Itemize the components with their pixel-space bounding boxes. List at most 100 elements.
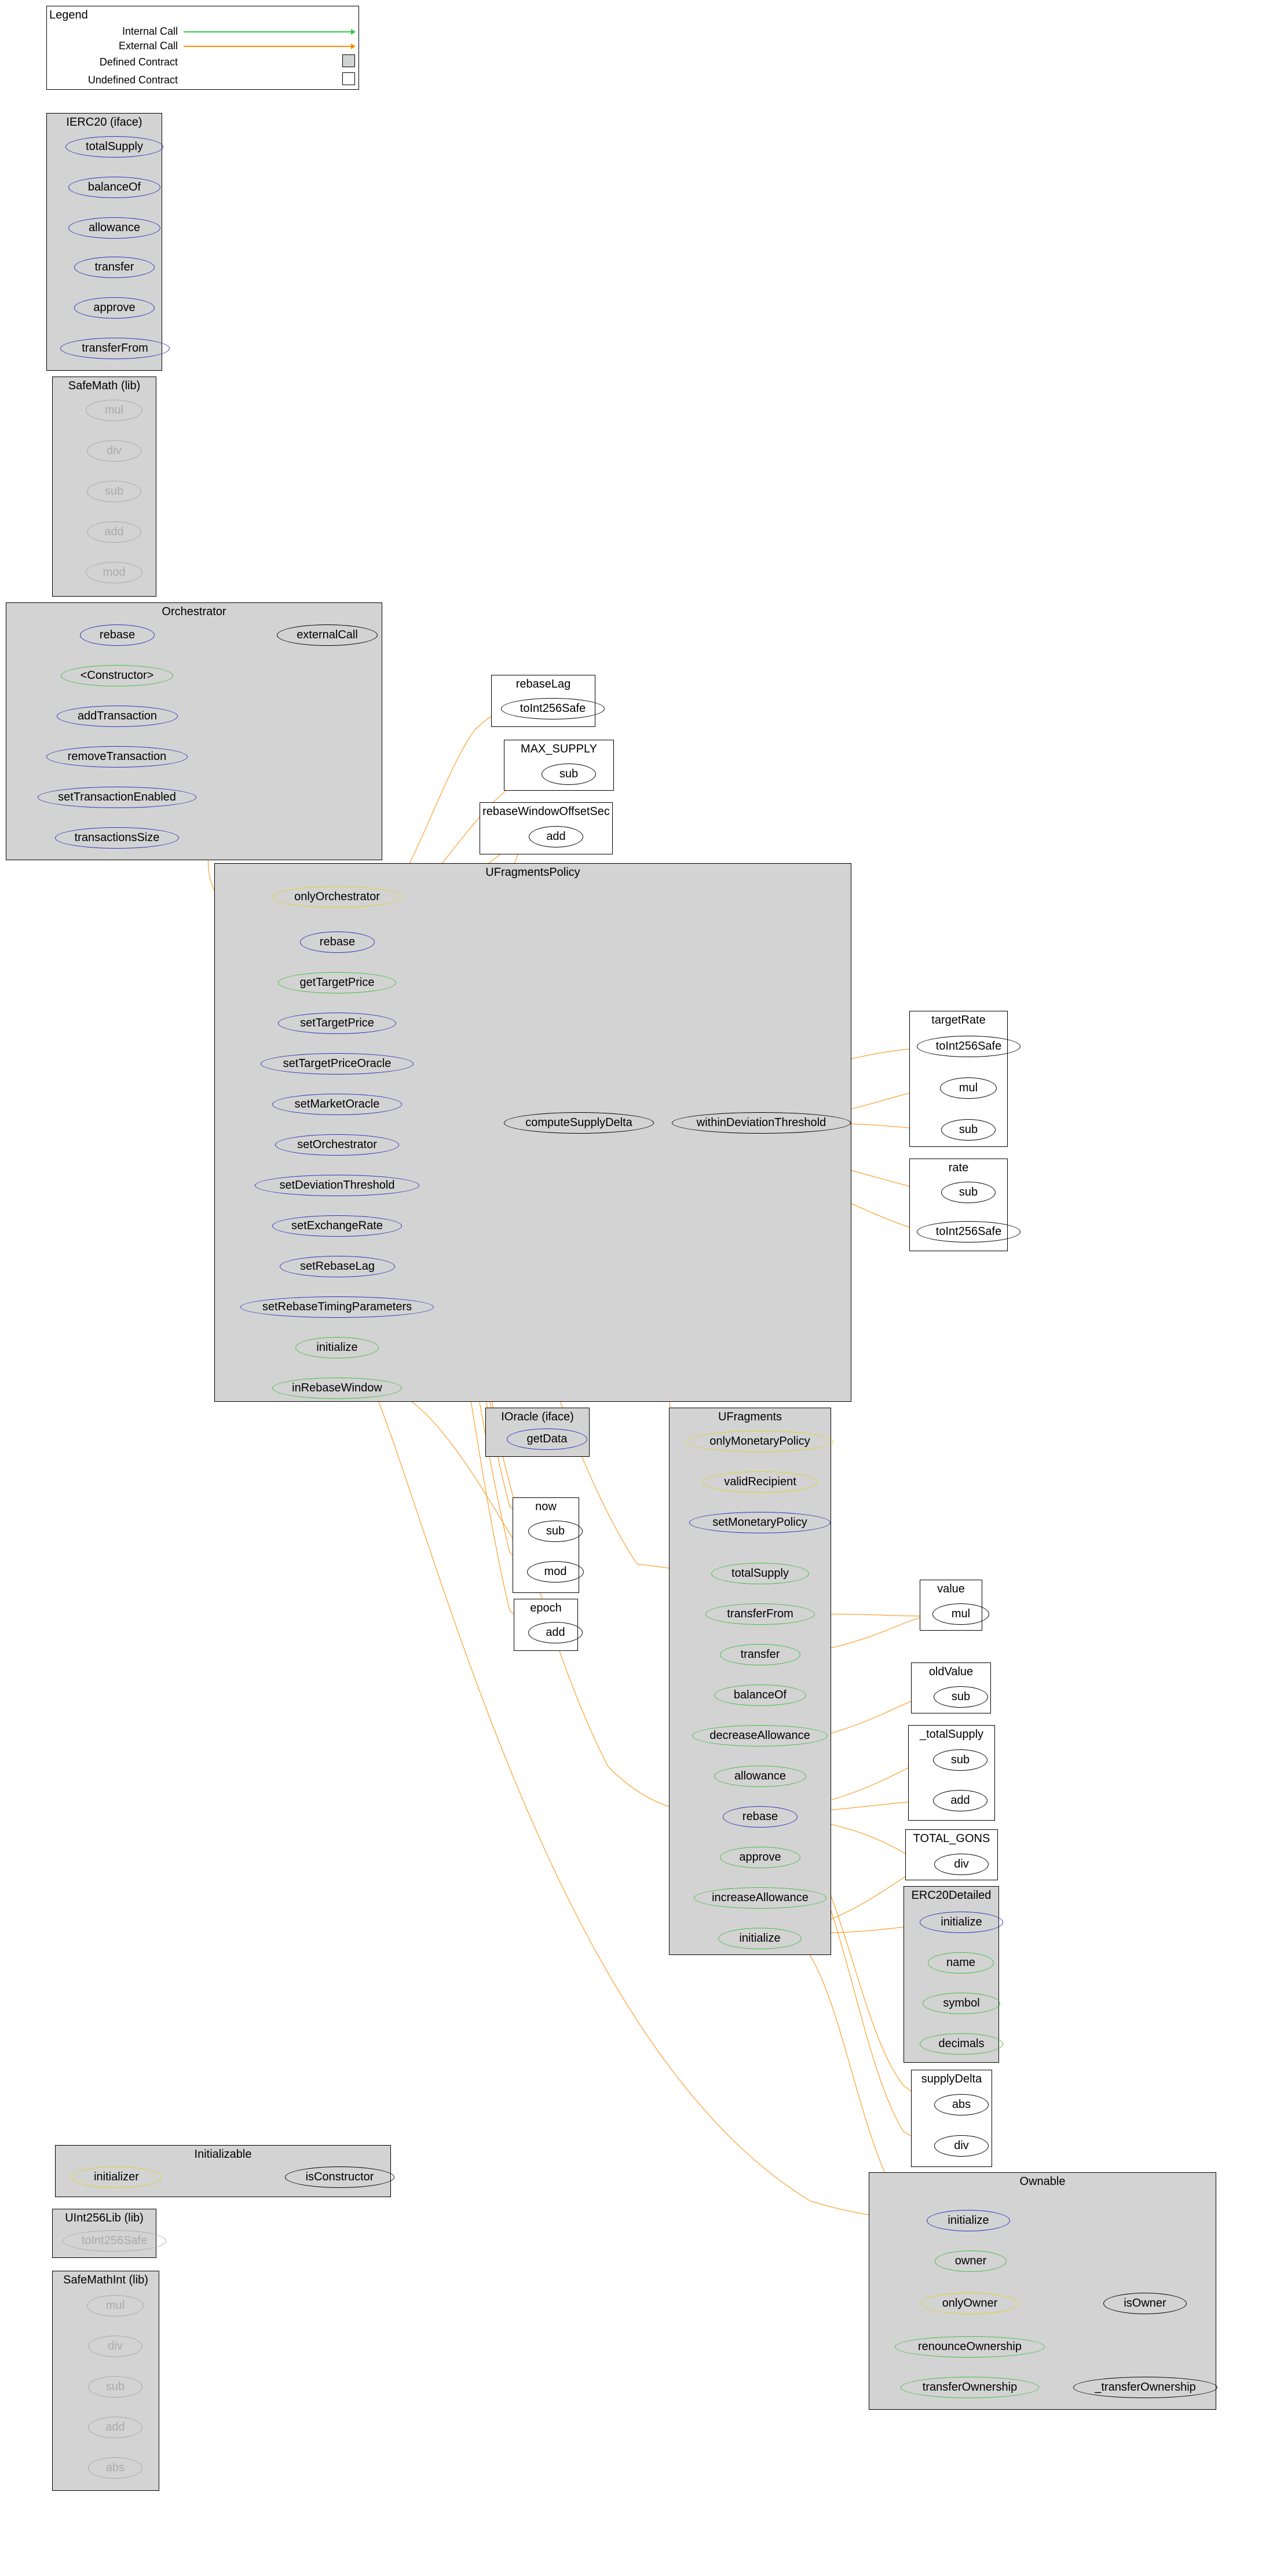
uint256lib-title: UInt256Lib (lib): [53, 2209, 156, 2227]
own-init: initialize: [927, 2210, 1010, 2231]
erc20d-symbol: symbol: [923, 1993, 1000, 2014]
init-initializer: initializer: [71, 2166, 162, 2188]
uf-transfer: transfer: [720, 1644, 800, 1665]
rwo-title: rebaseWindowOffsetSec: [480, 803, 612, 821]
ufp-rebase: rebase: [300, 931, 375, 953]
ufp-setrebaselag: setRebaseLag: [280, 1256, 395, 1277]
safemath-mul: mul: [86, 400, 142, 421]
erc20d-name: name: [928, 1952, 994, 1974]
safemath-sub: sub: [87, 481, 141, 502]
erc20d-decimals: decimals: [920, 2033, 1003, 2055]
ioracle-title: IOracle (iface): [486, 1408, 589, 1426]
ierc20-transferfrom: transferFrom: [60, 338, 170, 359]
uf-validrecip: validRecipient: [703, 1471, 818, 1493]
ufp-setdev: setDeviationThreshold: [255, 1175, 419, 1196]
safemath-mod: mod: [86, 562, 142, 583]
uf-approve: approve: [720, 1847, 800, 1868]
rate-title: rate: [910, 1159, 1007, 1177]
now-mod: mod: [527, 1561, 584, 1583]
ownable-title: Ownable: [869, 2173, 1216, 2191]
ufp-gettarget: getTargetPrice: [278, 972, 396, 993]
ufp-settarget: setTargetPrice: [278, 1013, 396, 1034]
targetrate-toint: toInt256Safe: [917, 1036, 1020, 1057]
safemathint-title: SafeMathInt (lib): [53, 2271, 159, 2289]
sd-div: div: [934, 2135, 989, 2157]
ufp-withindev: withinDeviationThreshold: [672, 1112, 851, 1134]
uf-setmp: setMonetaryPolicy: [689, 1512, 831, 1533]
ts-sub: sub: [933, 1749, 987, 1771]
uf-incallow: increaseAllowance: [694, 1887, 826, 1909]
ufp-setmarketoracle: setMarketOracle: [272, 1094, 402, 1115]
legend-title: Legend: [47, 6, 359, 24]
legend-internal: Internal Call: [50, 25, 184, 38]
rate-sub: sub: [941, 1182, 996, 1203]
smi-abs: abs: [88, 2457, 142, 2479]
smi-sub: sub: [88, 2376, 142, 2398]
uf-onlymp: onlyMonetaryPolicy: [686, 1431, 833, 1452]
own-_transfer: _transferOwnership: [1073, 2377, 1217, 2398]
ierc20-title: IERC20 (iface): [47, 114, 162, 131]
epoch-add: add: [528, 1622, 583, 1643]
rate-toint: toInt256Safe: [917, 1221, 1020, 1243]
ufp-onlyorch: onlyOrchestrator: [272, 886, 402, 908]
tg-div: div: [934, 1854, 989, 1875]
legend-swatch-gray-icon: [342, 54, 355, 67]
uf-initialize: initialize: [718, 1928, 802, 1949]
ufragments-title: UFragments: [670, 1408, 831, 1426]
orch-externalcall: externalCall: [277, 624, 378, 646]
ierc20-allowance: allowance: [68, 217, 160, 239]
ufp-title: UFragmentsPolicy: [215, 864, 851, 882]
orch-addtx: addTransaction: [57, 706, 178, 727]
orch-settxenabled: setTransactionEnabled: [38, 787, 196, 808]
now-sub: sub: [528, 1521, 583, 1542]
ufp-inrebasewin: inRebaseWindow: [272, 1377, 402, 1399]
maxsupply-sub: sub: [542, 763, 596, 785]
safemath-add: add: [87, 521, 141, 543]
uf-totalsupply: totalSupply: [711, 1563, 809, 1584]
rwo-add: add: [529, 826, 583, 847]
legend-external: External Call: [50, 40, 184, 52]
smi-mul: mul: [87, 2295, 144, 2316]
ierc20-transfer: transfer: [74, 257, 155, 278]
rebaselag-toint: toInt256Safe: [501, 698, 605, 719]
safemath-title: SafeMath (lib): [53, 377, 156, 395]
value-mul: mul: [932, 1603, 989, 1625]
ufp-settargetoracle: setTargetPriceOracle: [261, 1053, 414, 1075]
own-renounce: renounceOwnership: [895, 2336, 1045, 2358]
ierc20-balanceof: balanceOf: [68, 177, 160, 198]
erc20d-title: ERC20Detailed: [904, 1887, 998, 1905]
ufp-computesupply: computeSupplyDelta: [504, 1112, 654, 1134]
orch-rebase: rebase: [80, 624, 155, 646]
targetrate-sub: sub: [941, 1119, 996, 1141]
uf-allowance: allowance: [714, 1766, 806, 1787]
targetrate-mul: mul: [940, 1077, 997, 1099]
own-owner: owner: [935, 2250, 1007, 2272]
own-transfer: transferOwnership: [901, 2377, 1039, 2398]
ierc20-approve: approve: [74, 297, 155, 319]
orchestrator-title: Orchestrator: [6, 603, 382, 621]
value-title: value: [920, 1580, 982, 1598]
totalgons-title: TOTAL_GONS: [906, 1830, 997, 1848]
orch-txsize: transactionsSize: [55, 827, 179, 849]
totalsupply-title: _totalSupply: [909, 1726, 994, 1744]
ierc20-totalsupply: totalSupply: [65, 136, 163, 158]
safemath-div: div: [87, 440, 141, 462]
oldvalue-sub: sub: [934, 1686, 988, 1708]
supplydelta-title: supplyDelta: [912, 2070, 992, 2088]
contract-ownable: Ownable: [869, 2172, 1216, 2410]
uint256lib-toint: toInt256Safe: [63, 2230, 166, 2252]
legend-box: Legend Internal Call External Call Defin…: [46, 6, 359, 90]
orch-constructor: <Constructor>: [61, 665, 173, 686]
own-onlyowner: onlyOwner: [921, 2293, 1019, 2314]
ufp-setexch: setExchangeRate: [272, 1215, 402, 1237]
legend-swatch-white-icon: [342, 72, 355, 85]
init-isconstructor: isConstructor: [285, 2166, 394, 2188]
own-isowner: isOwner: [1103, 2293, 1187, 2314]
now-title: now: [513, 1498, 579, 1516]
legend-undefined: Undefined Contract: [50, 74, 184, 86]
targetrate-title: targetRate: [910, 1011, 1007, 1029]
sd-abs: abs: [934, 2094, 989, 2115]
initializable-title: Initializable: [56, 2146, 390, 2164]
legend-arrow-green-icon: [184, 31, 355, 32]
uf-balanceof: balanceOf: [714, 1685, 806, 1706]
